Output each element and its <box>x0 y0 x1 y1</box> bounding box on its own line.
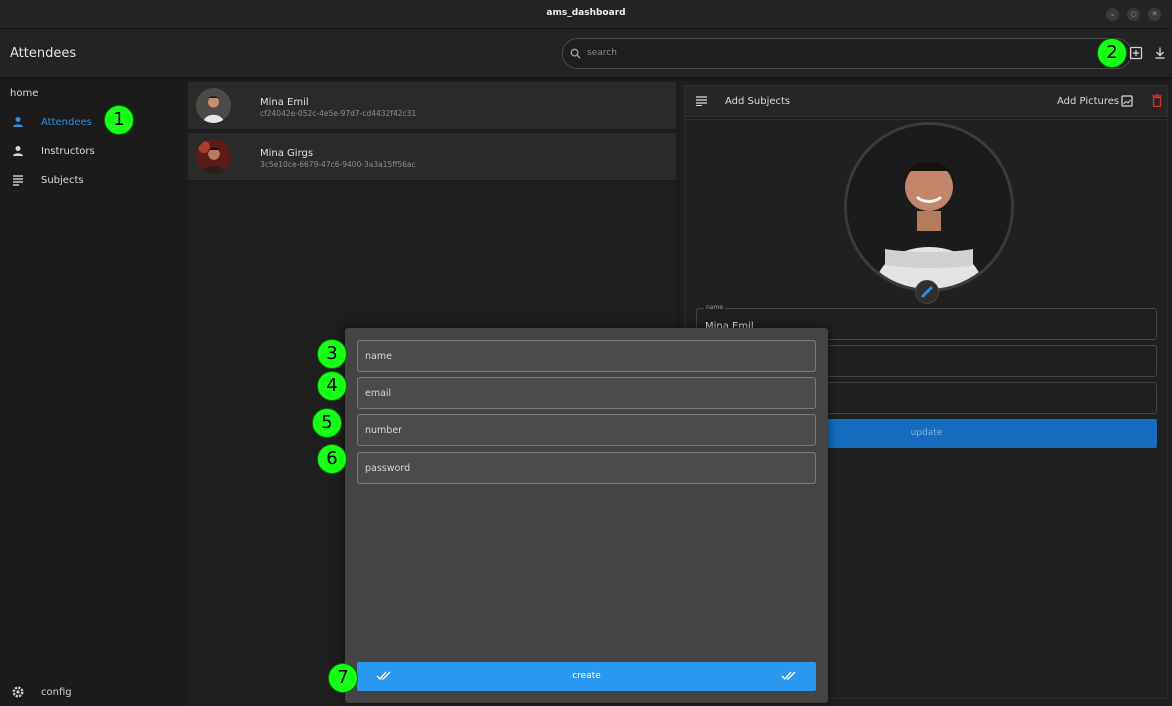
sidebar-item-attendees[interactable]: Attendees <box>0 110 185 136</box>
password-input[interactable]: password <box>357 452 816 484</box>
close-icon[interactable]: ✕ <box>1148 8 1161 21</box>
sidebar-item-label: Instructors <box>41 146 95 157</box>
password-placeholder: password <box>365 463 411 474</box>
sidebar-config-label: config <box>41 687 72 698</box>
maximize-icon[interactable]: ○ <box>1127 8 1140 21</box>
annotation-marker-7: 7 <box>328 663 358 693</box>
list-item[interactable]: Mina Girgs 3c5e10ce-6679-47c6-9400-3a3a1… <box>188 133 676 181</box>
window-title: ams_dashboard <box>546 8 626 18</box>
sidebar: home Attendees Instructors Subjects conf… <box>0 81 185 706</box>
gear-icon <box>12 686 24 698</box>
email-input[interactable]: email <box>357 377 816 409</box>
attendee-name: Mina Emil <box>260 97 309 108</box>
create-button-label: create <box>572 671 601 681</box>
search-input[interactable]: search <box>562 38 1132 69</box>
sidebar-item-instructors[interactable]: Instructors <box>0 139 185 165</box>
sidebar-item-subjects[interactable]: Subjects <box>0 168 185 194</box>
add-subjects-button[interactable]: Add Subjects <box>725 96 790 107</box>
attendee-id: cf24042e-052c-4e5e-97d7-cd4432f42c31 <box>260 109 417 118</box>
annotation-marker-2: 2 <box>1097 38 1127 68</box>
done-all-icon <box>781 671 796 681</box>
sidebar-item-label: Attendees <box>41 117 92 128</box>
list-icon <box>13 175 23 186</box>
create-attendee-dialog: name email number password create <box>345 328 828 703</box>
delete-icon[interactable] <box>1152 94 1162 107</box>
avatar <box>196 88 231 123</box>
annotation-marker-3: 3 <box>317 339 347 369</box>
sidebar-item-config[interactable]: config <box>0 681 185 705</box>
minimize-icon[interactable]: ⌄ <box>1106 8 1119 21</box>
add-box-icon[interactable] <box>1129 46 1143 60</box>
page-title: Attendees <box>10 46 77 61</box>
window-titlebar: ams_dashboard ⌄ ○ ✕ <box>0 0 1172 29</box>
avatar <box>196 139 231 174</box>
annotation-marker-5: 5 <box>312 408 342 438</box>
add-pictures-button[interactable]: Add Pictures <box>1057 96 1119 107</box>
annotation-marker-4: 4 <box>317 371 347 401</box>
download-icon[interactable] <box>1153 46 1167 60</box>
sidebar-home-label: home <box>10 88 39 99</box>
attendee-name: Mina Girgs <box>260 148 314 159</box>
sidebar-item-label: Subjects <box>41 175 84 186</box>
person-icon <box>13 117 23 127</box>
annotation-marker-6: 6 <box>317 444 347 474</box>
email-placeholder: email <box>365 388 392 399</box>
attendee-id: 3c5e10ce-6679-47c6-9400-3a3a15ff56ac <box>260 160 416 169</box>
app-bar: Attendees search <box>0 29 1172 79</box>
annotation-marker-1: 1 <box>104 105 134 135</box>
edit-picture-button[interactable] <box>915 280 939 304</box>
profile-picture <box>844 122 1014 292</box>
image-icon[interactable] <box>1121 95 1133 107</box>
person-icon <box>13 146 23 156</box>
list-icon <box>696 96 707 106</box>
pencil-icon <box>921 286 933 298</box>
list-item[interactable]: Mina Emil cf24042e-052c-4e5e-97d7-cd4432… <box>188 82 676 130</box>
number-input[interactable]: number <box>357 414 816 446</box>
create-button[interactable]: create <box>357 662 816 691</box>
search-icon <box>570 48 581 59</box>
name-placeholder: name <box>365 351 392 362</box>
name-input[interactable]: name <box>357 340 816 372</box>
search-placeholder: search <box>587 48 617 58</box>
name-field-label: name <box>704 304 726 311</box>
number-placeholder: number <box>365 425 403 436</box>
detail-toolbar: Add Subjects Add Pictures <box>684 85 1168 117</box>
